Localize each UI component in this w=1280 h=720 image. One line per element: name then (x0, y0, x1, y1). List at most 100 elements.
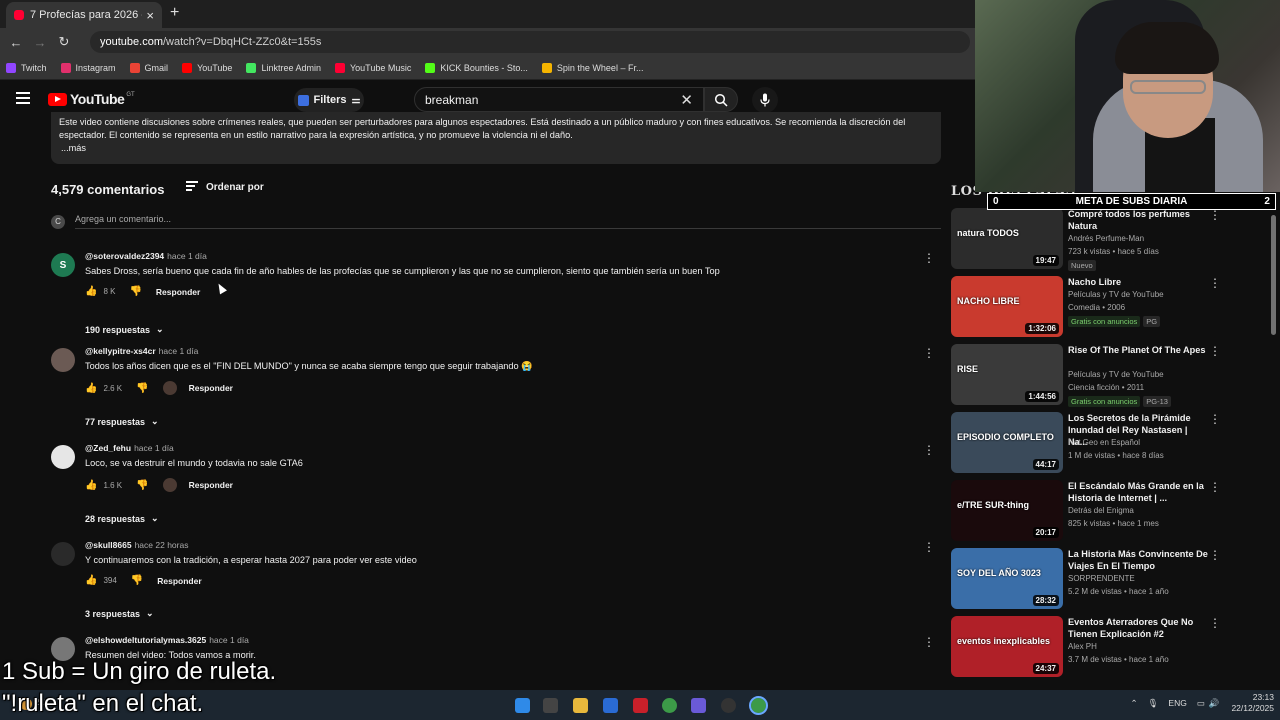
comment-author[interactable]: @elshowdeltutorialymas.3625 (85, 635, 206, 645)
video-menu-icon[interactable]: ⋮ (1209, 616, 1221, 630)
bookmark-item[interactable]: Twitch (6, 62, 47, 73)
related-video[interactable]: natura TODOS 19:47 Compré todos los perfum… (951, 208, 1273, 272)
video-title[interactable]: Compré todos los perfumes Natura (1068, 208, 1208, 232)
related-video[interactable]: NACHO LIBRE 1:32:06 Nacho Libre Películas y… (951, 276, 1273, 340)
related-video[interactable]: RISE 1:44:56 Rise Of The Planet Of The Ape… (951, 344, 1273, 408)
comment-date[interactable]: hace 1 día (167, 251, 207, 261)
channel-name[interactable]: Nat Geo en Español (1068, 438, 1140, 447)
comment-date[interactable]: hace 22 horas (135, 540, 189, 550)
add-comment-input[interactable]: Agrega un comentario... (75, 214, 941, 229)
video-thumbnail[interactable]: SOY DEL AÑO 3023 28:32 (951, 548, 1063, 609)
video-title[interactable]: Nacho Libre (1068, 276, 1208, 288)
comment-author[interactable]: @kellypitre-xs4cr (85, 346, 156, 356)
bookmark-item[interactable]: Spin the Wheel – Fr... (541, 62, 643, 73)
start-icon[interactable] (515, 698, 530, 713)
video-description[interactable]: Este video contiene discusiones sobre cr… (51, 112, 941, 164)
dislike-icon[interactable]: 👎 (136, 383, 148, 394)
comment-menu-icon[interactable]: ⋮ (923, 635, 935, 649)
volume-icon[interactable]: 🔊 (1209, 698, 1220, 709)
related-video[interactable]: e/TRE SUR-thing 20:17 El Escándalo Más Gra… (951, 480, 1273, 544)
video-thumbnail[interactable]: natura TODOS 19:47 (951, 208, 1063, 269)
view-replies-button[interactable]: 190 respuestas ⌄ (85, 324, 164, 335)
comment-menu-icon[interactable]: ⋮ (923, 346, 935, 360)
reload-icon[interactable]: ↻ (52, 34, 76, 50)
video-thumbnail[interactable]: NACHO LIBRE 1:32:06 (951, 276, 1063, 337)
channel-name[interactable]: SORPRENDENTE (1068, 574, 1135, 583)
commenter-avatar[interactable]: S (51, 253, 75, 277)
dislike-icon[interactable]: 👎 (136, 480, 148, 491)
search-input[interactable]: breakman ✕ (414, 87, 704, 112)
view-replies-button[interactable]: 77 respuestas ⌄ (85, 416, 159, 427)
like-icon[interactable]: 👍 (85, 575, 97, 586)
teams-icon[interactable] (691, 698, 706, 713)
back-icon[interactable]: ← (4, 35, 28, 50)
video-thumbnail[interactable]: e/TRE SUR-thing 20:17 (951, 480, 1063, 541)
related-video[interactable]: SOY DEL AÑO 3023 28:32 La Historia Más Con… (951, 548, 1273, 612)
dislike-icon[interactable]: 👎 (131, 575, 143, 586)
view-replies-button[interactable]: 28 respuestas ⌄ (85, 513, 159, 524)
file-explorer-icon[interactable] (573, 698, 588, 713)
dislike-icon[interactable]: 👎 (129, 286, 141, 297)
bookmark-item[interactable]: Linktree Admin (246, 62, 321, 73)
channel-name[interactable]: Alex PH (1068, 642, 1097, 651)
like-icon[interactable]: 👍 (85, 480, 97, 491)
bookmark-item[interactable]: YouTube Music (334, 62, 411, 73)
tray-chevron-icon[interactable]: ⌃ (1130, 698, 1137, 709)
chrome-icon[interactable] (662, 698, 677, 713)
channel-name[interactable]: Películas y TV de YouTube (1068, 370, 1164, 379)
reply-button[interactable]: Responder (189, 480, 233, 490)
channel-name[interactable]: Películas y TV de YouTube (1068, 290, 1164, 299)
obs-icon[interactable] (721, 698, 736, 713)
video-thumbnail[interactable]: RISE 1:44:56 (951, 344, 1063, 405)
bookmark-item[interactable]: YouTube (182, 62, 232, 73)
video-thumbnail[interactable]: EPISODIO COMPLETO 44:17 (951, 412, 1063, 473)
new-tab-icon[interactable]: + (170, 4, 179, 22)
comment-date[interactable]: hace 1 día (134, 443, 174, 453)
sidebar-scrollbar[interactable] (1271, 215, 1276, 335)
sort-comments-button[interactable]: Ordenar por (186, 181, 264, 193)
close-tab-icon[interactable]: × (146, 8, 154, 23)
like-icon[interactable]: 👍 (85, 383, 97, 394)
show-more-link[interactable]: ...más (61, 142, 933, 155)
clock[interactable]: 23:13 22/12/2025 (1231, 692, 1274, 714)
task-view-icon[interactable] (543, 698, 558, 713)
clear-search-icon[interactable]: ✕ (680, 91, 693, 109)
chrome-active-icon[interactable] (749, 696, 768, 715)
youtube-logo[interactable]: YouTube GT (48, 91, 135, 107)
language-indicator[interactable]: ENG (1168, 698, 1186, 708)
video-menu-icon[interactable]: ⋮ (1209, 344, 1221, 358)
mic-tray-icon[interactable]: 🎙 (1148, 698, 1159, 709)
related-video[interactable]: EPISODIO COMPLETO 44:17 Los Secretos de la… (951, 412, 1273, 476)
url-bar[interactable]: youtube.com/watch?v=DbqHCt-ZZc0&t=155s (90, 31, 970, 53)
video-title[interactable]: La Historia Más Convincente De Viajes En… (1068, 548, 1208, 572)
commenter-avatar[interactable] (51, 542, 75, 566)
view-replies-button[interactable]: 3 respuestas ⌄ (85, 608, 154, 619)
commenter-avatar[interactable] (51, 445, 75, 469)
network-icon[interactable]: ▭ (1197, 698, 1205, 709)
video-menu-icon[interactable]: ⋮ (1209, 480, 1221, 494)
bookmark-item[interactable]: KICK Bounties - Sto... (425, 62, 528, 73)
reply-button[interactable]: Responder (156, 287, 200, 297)
comment-date[interactable]: hace 1 día (209, 635, 249, 645)
channel-name[interactable]: Detrás del Enigma (1068, 506, 1134, 515)
video-menu-icon[interactable]: ⋮ (1209, 276, 1221, 290)
reply-button[interactable]: Responder (189, 383, 233, 393)
comment-date[interactable]: hace 1 día (159, 346, 199, 356)
voice-search-button[interactable] (752, 87, 778, 113)
video-title[interactable]: Eventos Aterradores Que No Tienen Explic… (1068, 616, 1208, 640)
video-menu-icon[interactable]: ⋮ (1209, 412, 1221, 426)
bookmark-item[interactable]: Gmail (129, 62, 168, 73)
like-icon[interactable]: 👍 (85, 286, 97, 297)
video-title[interactable]: Rise Of The Planet Of The Apes (1068, 344, 1208, 356)
comment-menu-icon[interactable]: ⋮ (923, 443, 935, 457)
related-video[interactable]: eventos inexplicables 24:37 Eventos Aterra… (951, 616, 1273, 680)
comment-author[interactable]: @skull8665 (85, 540, 132, 550)
video-thumbnail[interactable]: eventos inexplicables 24:37 (951, 616, 1063, 677)
forward-icon[interactable]: → (28, 35, 52, 50)
browser-tab[interactable]: 7 Profecías para 2026 - YouTube × (6, 2, 162, 28)
reply-button[interactable]: Responder (157, 576, 201, 586)
comment-menu-icon[interactable]: ⋮ (923, 540, 935, 554)
comment-author[interactable]: @soterovaldez2394 (85, 251, 164, 261)
commenter-avatar[interactable] (51, 348, 75, 372)
filters-button[interactable]: Filters ⚌ (294, 88, 364, 112)
